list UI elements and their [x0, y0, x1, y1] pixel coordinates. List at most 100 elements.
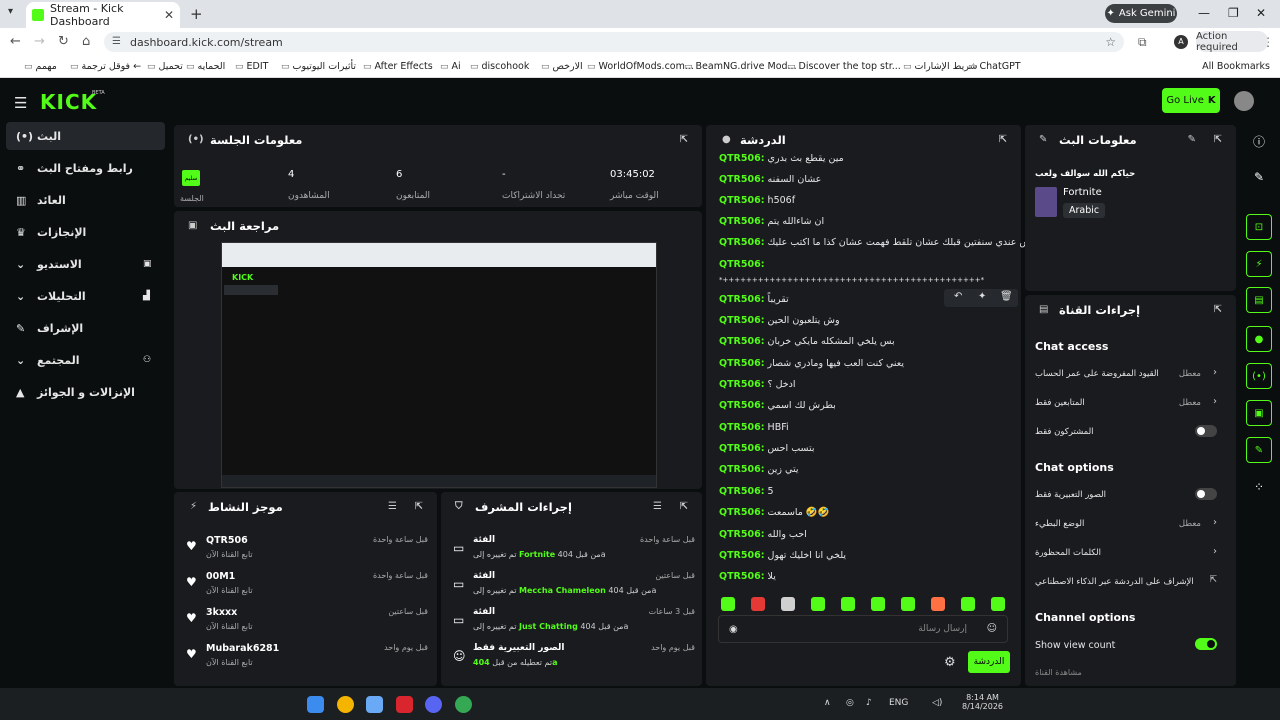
mod-action-item[interactable]: ☺ الصور التعبيرية فقط تم تعطيله من قبل 404…: [451, 643, 699, 677]
tab-search-icon[interactable]: ▾: [8, 6, 13, 17]
edit-icon[interactable]: ✎: [1188, 134, 1196, 145]
clip-icon[interactable]: ⊡: [1246, 214, 1272, 240]
chat-username[interactable]: QTR506:: [719, 153, 765, 164]
user-avatar[interactable]: [1234, 91, 1254, 111]
chat-username[interactable]: QTR506:: [719, 529, 765, 540]
chat-username[interactable]: QTR506:: [719, 443, 765, 454]
bookmark-star-icon[interactable]: ☆: [1105, 35, 1116, 49]
emote-icon[interactable]: [871, 597, 885, 611]
tray-chevron-icon[interactable]: ∧: [824, 698, 831, 708]
setting-toggle[interactable]: [1195, 488, 1217, 500]
popout-icon[interactable]: ⇱: [680, 501, 688, 512]
bookmark-item[interactable]: ▭ ChatGPT: [968, 61, 1021, 72]
bookmark-item[interactable]: ▭ discohook: [470, 61, 529, 72]
chat-message[interactable]: QTR506: يتي زين: [719, 464, 798, 475]
external-link-icon[interactable]: ⇱: [1209, 575, 1217, 585]
clock[interactable]: 8:14 AM 8/14/2026: [962, 693, 1003, 711]
chat-username[interactable]: QTR506:: [719, 216, 765, 227]
windows-start-icon[interactable]: [307, 696, 324, 713]
sidebar-item-link[interactable]: ⚭ رابط ومفتاح البث: [6, 154, 165, 182]
popout-icon[interactable]: ⇱: [1214, 304, 1222, 315]
emoji-icon[interactable]: ☺: [987, 623, 997, 634]
chat-send-button[interactable]: الدردشة: [968, 651, 1010, 673]
chevron-right-icon[interactable]: ›: [1213, 517, 1217, 528]
chat-input[interactable]: ◉ إرسال رسالة ☺: [718, 615, 1008, 643]
discord-icon[interactable]: [425, 696, 442, 713]
app-icon-1[interactable]: [337, 696, 354, 713]
chat-username[interactable]: QTR506:: [719, 400, 765, 411]
profile-avatar[interactable]: A: [1174, 35, 1188, 49]
sidebar-item-wrench[interactable]: ✎ الإشراف: [6, 314, 165, 342]
sidebar-item-studio[interactable]: ⌄ ▣ الاستديو: [6, 250, 165, 278]
bookmark-item[interactable]: ▭ فوقل ترجمة ←: [70, 61, 141, 72]
go-live-button[interactable]: Go Live K: [1162, 88, 1220, 113]
mod-action-item[interactable]: ▭ الفئة تم تغييره إلى Just Chatting من قبل…: [451, 607, 699, 641]
chat-username[interactable]: QTR506:: [719, 422, 765, 433]
chat-message[interactable]: QTR506: ماسمعت 🤣🤣: [719, 507, 830, 518]
home-icon[interactable]: ⌂: [82, 34, 90, 49]
chevron-right-icon[interactable]: ›: [1213, 367, 1217, 378]
chat-username[interactable]: QTR506:: [719, 174, 765, 185]
hamburger-menu-icon[interactable]: ☰: [14, 94, 27, 112]
back-icon[interactable]: ←: [10, 34, 21, 49]
chat-message[interactable]: *+++++++++++++++++++++++++++++++++++++++…: [719, 274, 984, 285]
mod-action-item[interactable]: ▭ الفئة تم تغييره إلى Meccha Chameleon من …: [451, 571, 699, 605]
chevron-right-icon[interactable]: ›: [1213, 546, 1217, 557]
sidebar-item-trophy[interactable]: ♛ الإنجازات: [6, 218, 165, 246]
chat-settings-icon[interactable]: ⚙: [944, 655, 956, 670]
emote-icon[interactable]: [961, 597, 975, 611]
emote-icon[interactable]: [721, 597, 735, 611]
lightning-rail-icon[interactable]: ⚡: [1246, 251, 1272, 277]
sidebar-item-broadcast[interactable]: (•) البث: [6, 122, 165, 150]
channel-setting-row[interactable]: الصور التعبيرية فقط: [1035, 488, 1221, 500]
new-tab-icon[interactable]: +: [190, 5, 203, 23]
chat-message[interactable]: QTR506: HBFi: [719, 422, 789, 433]
popout-icon[interactable]: ⇱: [415, 501, 423, 512]
bookmark-item[interactable]: ▭ After Effects: [363, 61, 433, 72]
kick-logo[interactable]: KICK: [40, 90, 97, 114]
activity-item[interactable]: ♥ 3kxxx تابع القناة الآن قبل ساعتين: [184, 607, 432, 639]
chat-message[interactable]: QTR506: 5: [719, 486, 774, 497]
emote-icon[interactable]: [811, 597, 825, 611]
chat-username[interactable]: QTR506:: [719, 358, 765, 369]
chat-message[interactable]: QTR506: عشان السفنه: [719, 174, 821, 185]
sidebar-item-drops[interactable]: ▲ الإنزالات و الجوائز: [6, 378, 165, 406]
chat-username[interactable]: QTR506:: [719, 237, 765, 248]
sidebar-item-community[interactable]: ⌄ ⚇ المجتمع: [6, 346, 165, 374]
activity-item[interactable]: ♥ QTR506 تابع القناة الآن قبل ساعة واحدة: [184, 535, 432, 567]
emote-icon[interactable]: [841, 597, 855, 611]
activity-username[interactable]: 00M1: [206, 571, 235, 582]
emote-icon[interactable]: [991, 597, 1005, 611]
activity-username[interactable]: 3kxxx: [206, 607, 237, 618]
wrench-rail-icon[interactable]: ✎: [1246, 437, 1272, 463]
chat-username[interactable]: QTR506:: [719, 195, 765, 206]
channel-setting-row[interactable]: المتابعين فقط معطل ›: [1035, 396, 1221, 408]
filter-icon[interactable]: ☰: [653, 501, 662, 512]
mic-icon[interactable]: ♪: [866, 698, 872, 708]
broadcast-rail-icon[interactable]: (•): [1246, 363, 1272, 389]
document-icon[interactable]: ▤: [1246, 287, 1272, 313]
extensions-icon[interactable]: ⧉: [1138, 35, 1147, 50]
chat-rail-icon[interactable]: ●: [1246, 326, 1272, 352]
close-window-icon[interactable]: ✕: [1256, 6, 1266, 20]
url-field[interactable]: ☰ dashboard.kick.com/stream ☆: [104, 32, 1124, 52]
activity-item[interactable]: ♥ 00M1 تابع القناة الآن قبل ساعة واحدة: [184, 571, 432, 603]
bookmark-item[interactable]: ▭ WorldOfMods.com...: [587, 61, 694, 72]
show-view-count-toggle[interactable]: [1195, 638, 1217, 650]
chat-message[interactable]: QTR506: بس يلخي المشكله مايكي خربان: [719, 336, 895, 347]
chat-message[interactable]: QTR506: مين يقطع بث بدري: [719, 153, 844, 164]
volume-icon[interactable]: ◁): [932, 698, 942, 708]
chat-message[interactable]: QTR506: يلخي انا اخليك تهول: [719, 550, 846, 561]
chevron-down-icon[interactable]: ⌄: [16, 290, 25, 303]
sidebar-item-analytics[interactable]: ⌄ ▟ التحليلات: [6, 282, 165, 310]
chat-username[interactable]: QTR506:: [719, 571, 765, 582]
setting-toggle[interactable]: [1195, 425, 1217, 437]
bookmark-item[interactable]: ▭ Discover the top str...: [787, 61, 901, 72]
forward-icon[interactable]: →: [34, 34, 45, 49]
emote-icon[interactable]: [781, 597, 795, 611]
edit-layout-icon[interactable]: ✎: [1246, 164, 1272, 190]
activity-username[interactable]: Mubarak6281: [206, 643, 279, 654]
restore-icon[interactable]: ❐: [1228, 6, 1239, 20]
channel-setting-row[interactable]: الكلمات المحظورة ›: [1035, 546, 1221, 558]
minimize-icon[interactable]: —: [1198, 6, 1210, 20]
